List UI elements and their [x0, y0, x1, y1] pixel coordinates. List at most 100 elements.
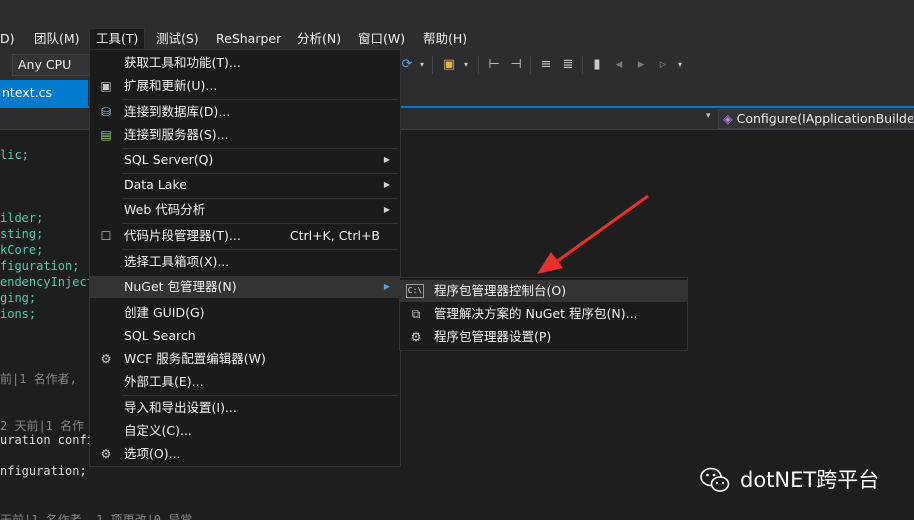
- find-in-files-icon[interactable]: ▣: [440, 56, 458, 74]
- member-combo-label: Configure(IApplicationBuilder: [736, 111, 914, 126]
- menu-build[interactable]: D): [0, 28, 21, 50]
- toolbar-separator: [530, 56, 531, 74]
- menu-item-label: SQL Server(Q): [124, 152, 214, 167]
- menu-team[interactable]: 团队(M): [28, 28, 86, 50]
- align-right-icon[interactable]: ⊣: [508, 56, 524, 74]
- menu-item-label: 连接到服务器(S)...: [124, 127, 229, 142]
- menu-item-sql-search[interactable]: SQL Search: [90, 325, 400, 347]
- member-combo[interactable]: ◈ Configure(IApplicationBuilder: [718, 109, 914, 129]
- bookmark-next-icon[interactable]: ▸: [634, 56, 648, 74]
- menu-item-choose-toolbox[interactable]: 选择工具箱项(X)...: [90, 251, 400, 273]
- submenu-arrow-icon: ▶: [383, 205, 390, 214]
- comment-icon[interactable]: ≡: [538, 56, 554, 74]
- refresh-icon[interactable]: ⟳: [400, 56, 414, 74]
- gear-icon: ⚙: [100, 447, 112, 461]
- menu-item-nuget[interactable]: NuGet 包管理器(N) ▶: [90, 276, 400, 298]
- menu-item-label: 获取工具和功能(T)...: [124, 55, 241, 70]
- package-icon: ⧉: [411, 307, 421, 321]
- nuget-submenu: C:\ 程序包管理器控制台(O) ⧉ 管理解决方案的 NuGet 程序包(N).…: [399, 277, 688, 351]
- code-line: ging;: [0, 291, 37, 305]
- menu-test[interactable]: 测试(S): [150, 28, 205, 50]
- menu-resharper[interactable]: ReSharper: [210, 28, 287, 50]
- menu-item-label: Web 代码分析: [124, 202, 206, 217]
- align-left-icon[interactable]: ⊢: [486, 56, 502, 74]
- code-line: endencyInject: [0, 275, 94, 289]
- menu-item-external-tools[interactable]: 外部工具(E)...: [90, 371, 400, 393]
- menu-item-create-guid[interactable]: 创建 GUID(G): [90, 302, 400, 324]
- menu-item-label: 程序包管理器设置(P): [434, 329, 552, 344]
- menu-separator: [122, 249, 398, 250]
- menu-item-label: 选项(O)...: [124, 446, 181, 461]
- menu-item-options[interactable]: ⚙ 选项(O)...: [90, 443, 400, 465]
- tools-menu: 获取工具和功能(T)... ▣ 扩展和更新(U)... ⛁ 连接到数据库(D).…: [89, 49, 401, 467]
- code-line: uration confi: [0, 433, 94, 447]
- menu-separator: [122, 99, 398, 100]
- menu-item-connect-database[interactable]: ⛁ 连接到数据库(D)...: [90, 101, 400, 123]
- console-icon: C:\: [406, 284, 424, 298]
- chevron-down-icon[interactable]: ▾: [676, 56, 684, 74]
- menu-item-package-manager-console[interactable]: C:\ 程序包管理器控制台(O): [400, 280, 687, 302]
- menu-item-label: NuGet 包管理器(N): [124, 279, 237, 294]
- code-line: kCore;: [0, 243, 44, 257]
- method-icon: ◈: [723, 111, 733, 126]
- title-strip: [0, 0, 914, 28]
- menu-help[interactable]: 帮助(H): [417, 28, 473, 50]
- gear-icon: ⚙: [410, 330, 422, 344]
- extensions-icon: ▣: [100, 79, 112, 93]
- menu-item-label: 导入和导出设置(I)...: [124, 400, 237, 415]
- menu-item-connect-server[interactable]: ▤ 连接到服务器(S)...: [90, 124, 400, 146]
- menu-separator: [122, 223, 398, 224]
- menu-item-label: 自定义(C)...: [124, 423, 192, 438]
- menu-item-manage-nuget-packages[interactable]: ⧉ 管理解决方案的 NuGet 程序包(N)...: [400, 303, 687, 325]
- submenu-arrow-icon: ▶: [383, 155, 390, 164]
- menu-analyze[interactable]: 分析(N): [291, 28, 347, 50]
- server-connect-icon: ▤: [100, 128, 112, 142]
- menu-item-customize[interactable]: 自定义(C)...: [90, 420, 400, 442]
- codelens-info[interactable]: 2 天前|1 名作: [0, 417, 84, 434]
- menu-item-snippets-manager[interactable]: ☐ 代码片段管理器(T)... Ctrl+K, Ctrl+B: [90, 225, 400, 247]
- chevron-down-icon[interactable]: ▾: [418, 56, 426, 74]
- menu-item-label: Data Lake: [124, 177, 187, 192]
- menu-item-package-manager-settings[interactable]: ⚙ 程序包管理器设置(P): [400, 326, 687, 348]
- submenu-arrow-icon: ▶: [383, 282, 390, 291]
- menu-item-label: 创建 GUID(G): [124, 305, 205, 320]
- menu-item-label: 连接到数据库(D)...: [124, 104, 231, 119]
- tab-context-file[interactable]: ntext.cs: [0, 80, 88, 106]
- bookmark-clear-icon[interactable]: ▹: [656, 56, 670, 74]
- codelens-info[interactable]: 天前|1 名作者, 1 项更改|0 异常: [0, 511, 192, 520]
- menu-item-label: WCF 服务配置编辑器(W): [124, 351, 266, 366]
- codelens-info[interactable]: 前|1 名作者,: [0, 370, 77, 387]
- menu-item-label: 扩展和更新(U)...: [124, 78, 218, 93]
- menu-item-label: 选择工具箱项(X)...: [124, 254, 230, 269]
- menu-item-web-code-analysis[interactable]: Web 代码分析 ▶: [90, 199, 400, 221]
- menu-item-get-tools[interactable]: 获取工具和功能(T)...: [90, 52, 400, 74]
- watermark-text: dotNET跨平台: [740, 468, 880, 492]
- menu-item-label: 管理解决方案的 NuGet 程序包(N)...: [434, 306, 638, 321]
- menu-item-data-lake[interactable]: Data Lake ▶: [90, 174, 400, 196]
- menu-tools[interactable]: 工具(T): [89, 28, 146, 50]
- menu-item-wcf-config[interactable]: ⚙ WCF 服务配置编辑器(W): [90, 348, 400, 370]
- code-line: figuration;: [0, 259, 80, 273]
- bookmark-icon[interactable]: ▮: [590, 56, 604, 74]
- code-line: sting;: [0, 227, 44, 241]
- code-line: lic;: [0, 148, 29, 162]
- uncomment-icon[interactable]: ≣: [560, 56, 576, 74]
- menu-bar: D) 团队(M) 工具(T) 测试(S) ReSharper 分析(N) 窗口(…: [0, 28, 914, 50]
- menu-item-sql-server[interactable]: SQL Server(Q) ▶: [90, 149, 400, 171]
- bookmark-prev-icon[interactable]: ◂: [612, 56, 626, 74]
- snippet-icon: ☐: [100, 229, 112, 243]
- menu-item-label: 外部工具(E)...: [124, 374, 204, 389]
- menu-item-import-export[interactable]: 导入和导出设置(I)...: [90, 397, 400, 419]
- toolbar-separator: [432, 56, 433, 74]
- menu-item-extensions[interactable]: ▣ 扩展和更新(U)...: [90, 75, 400, 97]
- code-line: ilder;: [0, 211, 44, 225]
- wechat-icon: [700, 467, 730, 492]
- submenu-arrow-icon: ▶: [383, 180, 390, 189]
- menu-item-label: 代码片段管理器(T)...: [124, 228, 241, 243]
- chevron-down-icon[interactable]: ▾: [706, 111, 711, 121]
- chevron-down-icon[interactable]: ▾: [462, 56, 470, 74]
- code-line: ions;: [0, 307, 37, 321]
- platform-combo[interactable]: Any CPU: [12, 54, 92, 76]
- database-connect-icon: ⛁: [100, 105, 112, 119]
- menu-window[interactable]: 窗口(W): [352, 28, 411, 50]
